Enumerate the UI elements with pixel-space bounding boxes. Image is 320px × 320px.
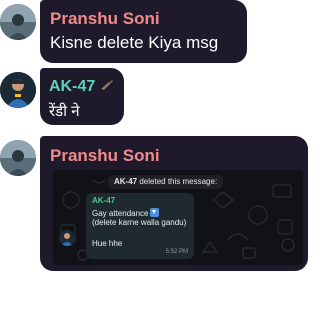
notice-sender: AK-47 bbox=[114, 177, 138, 186]
rifle-icon bbox=[100, 80, 113, 90]
quoted-line-3: Hue hhe bbox=[92, 239, 123, 248]
quoted-sender: AK-47 bbox=[92, 196, 116, 205]
avatar-ak47-image bbox=[0, 72, 36, 108]
avatar-pranshu-image bbox=[0, 140, 36, 176]
message-text: Kisne delete Kiya msg bbox=[50, 33, 219, 52]
mini-avatar-ak47 bbox=[59, 230, 75, 246]
message-bubble-2[interactable]: AK-47 रेंडी ने bbox=[40, 68, 124, 125]
message-bubble-1[interactable]: Pranshu Soni Kisne delete Kiya msg bbox=[40, 0, 247, 63]
sender-name[interactable]: AK-47 bbox=[49, 78, 114, 96]
quoted-line-1: Gay attendance bbox=[92, 208, 160, 218]
quoted-line-1-text: Gay attendance bbox=[92, 209, 149, 218]
avatar-ak47[interactable] bbox=[0, 72, 36, 108]
mini-avatar-image bbox=[59, 230, 75, 246]
screenshot-image[interactable]: AK-47 deleted this message: AK-47 Gay at… bbox=[53, 170, 303, 265]
quoted-message: AK-47 Gay attendance (delete karne walla… bbox=[86, 193, 194, 259]
sender-name[interactable]: Pranshu Soni bbox=[50, 9, 160, 29]
sender-name-text: AK-47 bbox=[49, 78, 96, 95]
avatar-pranshu[interactable] bbox=[0, 4, 36, 40]
sender-name[interactable]: Pranshu Soni bbox=[50, 146, 160, 166]
message-text: रेंडी ने bbox=[49, 103, 80, 120]
quoted-line-2: (delete karne walla gandu) bbox=[92, 218, 187, 227]
quoted-timestamp: 5:52 PM bbox=[165, 249, 188, 255]
message-bubble-3[interactable]: Pranshu Soni AK-47 deleted this message: bbox=[40, 136, 308, 271]
deleted-message-notice: AK-47 deleted this message: bbox=[108, 175, 224, 189]
avatar-pranshu-image bbox=[0, 4, 36, 40]
down-arrow-emoji-icon bbox=[150, 208, 160, 217]
notice-text: deleted this message: bbox=[137, 177, 218, 186]
avatar-pranshu[interactable] bbox=[0, 140, 36, 176]
